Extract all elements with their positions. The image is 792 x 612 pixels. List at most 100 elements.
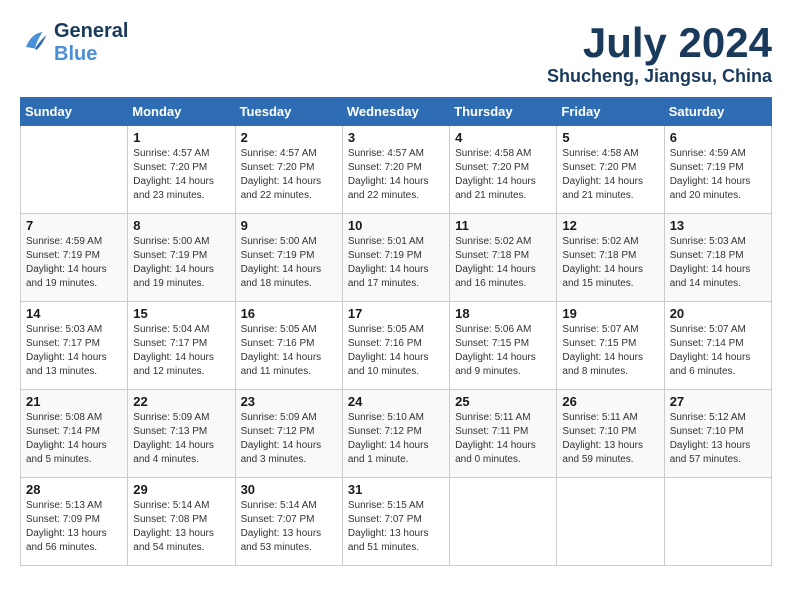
calendar-cell: 1 Sunrise: 4:57 AM Sunset: 7:20 PM Daylig… bbox=[128, 126, 235, 214]
day-number: 30 bbox=[241, 482, 337, 497]
day-number: 14 bbox=[26, 306, 122, 321]
calendar-cell: 27Sunrise: 5:12 AM Sunset: 7:10 PM Dayli… bbox=[664, 390, 771, 478]
day-content: Sunrise: 5:03 AM Sunset: 7:18 PM Dayligh… bbox=[670, 235, 766, 291]
day-number: 8 bbox=[133, 218, 229, 233]
weekday-header: Wednesday bbox=[342, 98, 449, 126]
weekday-header: Tuesday bbox=[235, 98, 342, 126]
calendar-body: 1 Sunrise: 4:57 AM Sunset: 7:20 PM Daylig… bbox=[21, 126, 772, 566]
calendar-cell: 4 Sunrise: 4:58 AM Sunset: 7:20 PM Daylig… bbox=[450, 126, 557, 214]
calendar-cell bbox=[557, 478, 664, 566]
calendar-cell: 28 Sunrise: 5:13 AM Sunset: 7:09 PM Dayli… bbox=[21, 478, 128, 566]
day-content: Sunrise: 5:00 AM Sunset: 7:19 PM Dayligh… bbox=[133, 235, 229, 291]
day-number: 22 bbox=[133, 394, 229, 409]
day-content: Sunrise: 5:00 AM Sunset: 7:19 PM Dayligh… bbox=[241, 235, 337, 291]
day-number: 17 bbox=[348, 306, 444, 321]
day-number: 31 bbox=[348, 482, 444, 497]
day-content: Sunrise: 5:07 AM Sunset: 7:15 PM Dayligh… bbox=[562, 323, 658, 379]
day-content: Sunrise: 5:11 AM Sunset: 7:11 PM Dayligh… bbox=[455, 411, 551, 467]
day-content: Sunrise: 4:59 AM Sunset: 7:19 PM Dayligh… bbox=[26, 235, 122, 291]
calendar-cell: 23 Sunrise: 5:09 AM Sunset: 7:12 PM Dayli… bbox=[235, 390, 342, 478]
location: Shucheng, Jiangsu, China bbox=[547, 66, 772, 87]
day-number: 6 bbox=[670, 130, 766, 145]
day-number: 7 bbox=[26, 218, 122, 233]
weekday-header: Friday bbox=[557, 98, 664, 126]
day-content: Sunrise: 5:02 AM Sunset: 7:18 PM Dayligh… bbox=[562, 235, 658, 291]
calendar-week-row: 1 Sunrise: 4:57 AM Sunset: 7:20 PM Daylig… bbox=[21, 126, 772, 214]
month-title: July 2024 bbox=[547, 20, 772, 66]
day-content: Sunrise: 5:08 AM Sunset: 7:14 PM Dayligh… bbox=[26, 411, 122, 467]
calendar-week-row: 21 Sunrise: 5:08 AM Sunset: 7:14 PM Dayli… bbox=[21, 390, 772, 478]
day-content: Sunrise: 5:14 AM Sunset: 7:08 PM Dayligh… bbox=[133, 499, 229, 555]
logo-icon bbox=[20, 26, 50, 56]
calendar-cell bbox=[664, 478, 771, 566]
calendar-cell: 18 Sunrise: 5:06 AM Sunset: 7:15 PM Dayli… bbox=[450, 302, 557, 390]
calendar-cell: 31 Sunrise: 5:15 AM Sunset: 7:07 PM Dayli… bbox=[342, 478, 449, 566]
day-content: Sunrise: 5:15 AM Sunset: 7:07 PM Dayligh… bbox=[348, 499, 444, 555]
day-content: Sunrise: 5:12 AM Sunset: 7:10 PM Dayligh… bbox=[670, 411, 766, 467]
day-content: Sunrise: 5:07 AM Sunset: 7:14 PM Dayligh… bbox=[670, 323, 766, 379]
day-number: 16 bbox=[241, 306, 337, 321]
calendar-week-row: 28 Sunrise: 5:13 AM Sunset: 7:09 PM Dayli… bbox=[21, 478, 772, 566]
day-content: Sunrise: 4:58 AM Sunset: 7:20 PM Dayligh… bbox=[562, 147, 658, 203]
day-number: 21 bbox=[26, 394, 122, 409]
day-number: 1 bbox=[133, 130, 229, 145]
weekday-header: Saturday bbox=[664, 98, 771, 126]
day-content: Sunrise: 4:59 AM Sunset: 7:19 PM Dayligh… bbox=[670, 147, 766, 203]
day-content: Sunrise: 4:57 AM Sunset: 7:20 PM Dayligh… bbox=[241, 147, 337, 203]
calendar-cell: 25Sunrise: 5:11 AM Sunset: 7:11 PM Dayli… bbox=[450, 390, 557, 478]
day-content: Sunrise: 5:14 AM Sunset: 7:07 PM Dayligh… bbox=[241, 499, 337, 555]
day-number: 23 bbox=[241, 394, 337, 409]
weekday-header: Sunday bbox=[21, 98, 128, 126]
calendar-cell: 8 Sunrise: 5:00 AM Sunset: 7:19 PM Daylig… bbox=[128, 214, 235, 302]
day-number: 20 bbox=[670, 306, 766, 321]
weekday-header: Thursday bbox=[450, 98, 557, 126]
calendar-cell: 3 Sunrise: 4:57 AM Sunset: 7:20 PM Daylig… bbox=[342, 126, 449, 214]
calendar-cell: 30 Sunrise: 5:14 AM Sunset: 7:07 PM Dayli… bbox=[235, 478, 342, 566]
day-content: Sunrise: 4:58 AM Sunset: 7:20 PM Dayligh… bbox=[455, 147, 551, 203]
calendar-cell bbox=[450, 478, 557, 566]
day-number: 13 bbox=[670, 218, 766, 233]
calendar-cell: 29 Sunrise: 5:14 AM Sunset: 7:08 PM Dayli… bbox=[128, 478, 235, 566]
day-content: Sunrise: 5:09 AM Sunset: 7:13 PM Dayligh… bbox=[133, 411, 229, 467]
day-content: Sunrise: 5:10 AM Sunset: 7:12 PM Dayligh… bbox=[348, 411, 444, 467]
day-content: Sunrise: 5:11 AM Sunset: 7:10 PM Dayligh… bbox=[562, 411, 658, 467]
calendar-header-row: SundayMondayTuesdayWednesdayThursdayFrid… bbox=[21, 98, 772, 126]
day-content: Sunrise: 5:02 AM Sunset: 7:18 PM Dayligh… bbox=[455, 235, 551, 291]
day-content: Sunrise: 4:57 AM Sunset: 7:20 PM Dayligh… bbox=[348, 147, 444, 203]
day-content: Sunrise: 5:13 AM Sunset: 7:09 PM Dayligh… bbox=[26, 499, 122, 555]
day-content: Sunrise: 4:57 AM Sunset: 7:20 PM Dayligh… bbox=[133, 147, 229, 203]
weekday-header: Monday bbox=[128, 98, 235, 126]
calendar-table: SundayMondayTuesdayWednesdayThursdayFrid… bbox=[20, 97, 772, 566]
day-number: 11 bbox=[455, 218, 551, 233]
day-content: Sunrise: 5:01 AM Sunset: 7:19 PM Dayligh… bbox=[348, 235, 444, 291]
day-number: 18 bbox=[455, 306, 551, 321]
calendar-cell: 10Sunrise: 5:01 AM Sunset: 7:19 PM Dayli… bbox=[342, 214, 449, 302]
calendar-cell: 22 Sunrise: 5:09 AM Sunset: 7:13 PM Dayli… bbox=[128, 390, 235, 478]
calendar-cell: 24 Sunrise: 5:10 AM Sunset: 7:12 PM Dayli… bbox=[342, 390, 449, 478]
calendar-week-row: 7 Sunrise: 4:59 AM Sunset: 7:19 PM Daylig… bbox=[21, 214, 772, 302]
calendar-cell: 17 Sunrise: 5:05 AM Sunset: 7:16 PM Dayli… bbox=[342, 302, 449, 390]
title-block: July 2024 Shucheng, Jiangsu, China bbox=[547, 20, 772, 87]
calendar-cell: 16Sunrise: 5:05 AM Sunset: 7:16 PM Dayli… bbox=[235, 302, 342, 390]
calendar-cell: 21 Sunrise: 5:08 AM Sunset: 7:14 PM Dayli… bbox=[21, 390, 128, 478]
calendar-cell: 19 Sunrise: 5:07 AM Sunset: 7:15 PM Dayli… bbox=[557, 302, 664, 390]
day-number: 19 bbox=[562, 306, 658, 321]
day-number: 28 bbox=[26, 482, 122, 497]
day-content: Sunrise: 5:09 AM Sunset: 7:12 PM Dayligh… bbox=[241, 411, 337, 467]
calendar-cell: 2Sunrise: 4:57 AM Sunset: 7:20 PM Daylig… bbox=[235, 126, 342, 214]
calendar-cell: 7 Sunrise: 4:59 AM Sunset: 7:19 PM Daylig… bbox=[21, 214, 128, 302]
calendar-cell: 12Sunrise: 5:02 AM Sunset: 7:18 PM Dayli… bbox=[557, 214, 664, 302]
day-number: 3 bbox=[348, 130, 444, 145]
day-number: 5 bbox=[562, 130, 658, 145]
day-number: 4 bbox=[455, 130, 551, 145]
day-number: 24 bbox=[348, 394, 444, 409]
calendar-cell: 14Sunrise: 5:03 AM Sunset: 7:17 PM Dayli… bbox=[21, 302, 128, 390]
day-content: Sunrise: 5:05 AM Sunset: 7:16 PM Dayligh… bbox=[348, 323, 444, 379]
logo: General Blue bbox=[20, 20, 128, 66]
day-number: 29 bbox=[133, 482, 229, 497]
day-number: 9 bbox=[241, 218, 337, 233]
day-number: 26 bbox=[562, 394, 658, 409]
calendar-cell: 15Sunrise: 5:04 AM Sunset: 7:17 PM Dayli… bbox=[128, 302, 235, 390]
day-content: Sunrise: 5:04 AM Sunset: 7:17 PM Dayligh… bbox=[133, 323, 229, 379]
day-content: Sunrise: 5:06 AM Sunset: 7:15 PM Dayligh… bbox=[455, 323, 551, 379]
